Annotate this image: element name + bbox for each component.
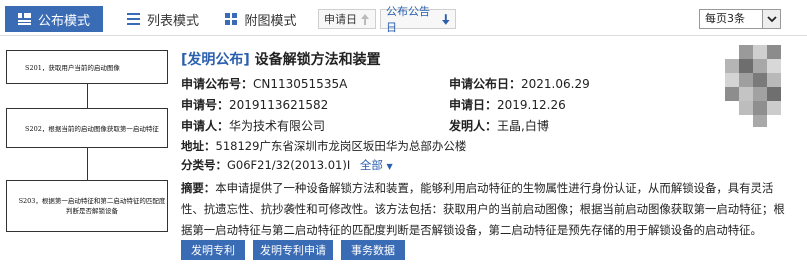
- grid-icon: [17, 13, 31, 25]
- applicant: 申请人：华为技术有限公司: [181, 119, 326, 133]
- blurred-image: [725, 45, 785, 127]
- inventor: 发明人：王晶,白博: [449, 119, 549, 133]
- arrow-down-icon: [442, 13, 450, 25]
- sort-by-application-date[interactable]: 申请日: [318, 9, 376, 29]
- chevron-down-icon[interactable]: [762, 10, 780, 28]
- record-type-tag: [发明公布]: [181, 52, 250, 68]
- record-title-text: 设备解锁方法和装置: [254, 52, 381, 68]
- address: 地址：518129广东省深圳市龙岗区坂田华为总部办公楼: [181, 139, 467, 153]
- tab-list-mode[interactable]: 列表模式: [120, 6, 206, 32]
- arrow-up-icon: [361, 13, 369, 25]
- view-toolbar: 公布模式 列表模式 附图模式 申请日 公布公告日 每页3条: [0, 0, 807, 36]
- flowchart-connector: [87, 148, 88, 180]
- tab-figure-mode[interactable]: 附图模式: [218, 6, 304, 32]
- sort-label: 公布公告日: [386, 5, 430, 34]
- abstract-label: 摘要：: [181, 181, 216, 195]
- abstract-text: 本申请提供了一种设备解锁方法和装置，能够利用启动特征的生物属性进行身份认证，从而…: [181, 181, 785, 237]
- sort-label: 申请日: [324, 13, 357, 26]
- tab-label: 公布模式: [37, 13, 90, 29]
- patent-drawing-thumbnail[interactable]: S201，获取用户当前的启动图像 S202，根据当前的启动图像获取第一启动特征 …: [4, 50, 170, 262]
- invention-patent-button[interactable]: 发明专利: [181, 240, 245, 260]
- tab-label: 附图模式: [244, 13, 297, 29]
- flowchart-connector: [87, 84, 88, 108]
- flowchart-step-2: S202，根据当前的启动图像获取第一启动特征: [6, 108, 168, 148]
- tiles-icon: [225, 13, 238, 25]
- application-number: 申请号：2019113621582: [181, 98, 329, 112]
- classification: 分类号：G06F21/32(2013.01)I 全部 ▼: [181, 158, 393, 172]
- application-date: 申请日：2019.12.26: [449, 98, 566, 112]
- per-page-value: 每页3条: [705, 12, 745, 25]
- tab-label: 列表模式: [146, 13, 199, 29]
- per-page-select[interactable]: 每页3条: [699, 9, 781, 29]
- caret-down-icon: ▼: [386, 162, 393, 171]
- publication-date: 申请公布日：2021.06.29: [449, 77, 590, 91]
- list-icon: [126, 13, 140, 25]
- publication-number: 申请公布号：CN113051535A: [181, 77, 348, 91]
- record-title[interactable]: [发明公布] 设备解锁方法和装置: [181, 49, 381, 69]
- tab-publication-mode[interactable]: 公布模式: [5, 6, 103, 32]
- flowchart-step-3: S203，根据第一启动特征和第二启动特征的匹配度判断是否解锁设备: [6, 180, 168, 232]
- abstract: 摘要：本申请提供了一种设备解锁方法和装置，能够利用启动特征的生物属性进行身份认证…: [181, 178, 793, 241]
- sort-by-publication-date[interactable]: 公布公告日: [380, 5, 456, 34]
- transaction-data-button[interactable]: 事务数据: [341, 240, 405, 260]
- show-all-classes-link[interactable]: 全部 ▼: [360, 158, 393, 172]
- invention-application-button[interactable]: 发明专利申请: [253, 240, 333, 260]
- flowchart-step-1: S201，获取用户当前的启动图像: [6, 50, 168, 84]
